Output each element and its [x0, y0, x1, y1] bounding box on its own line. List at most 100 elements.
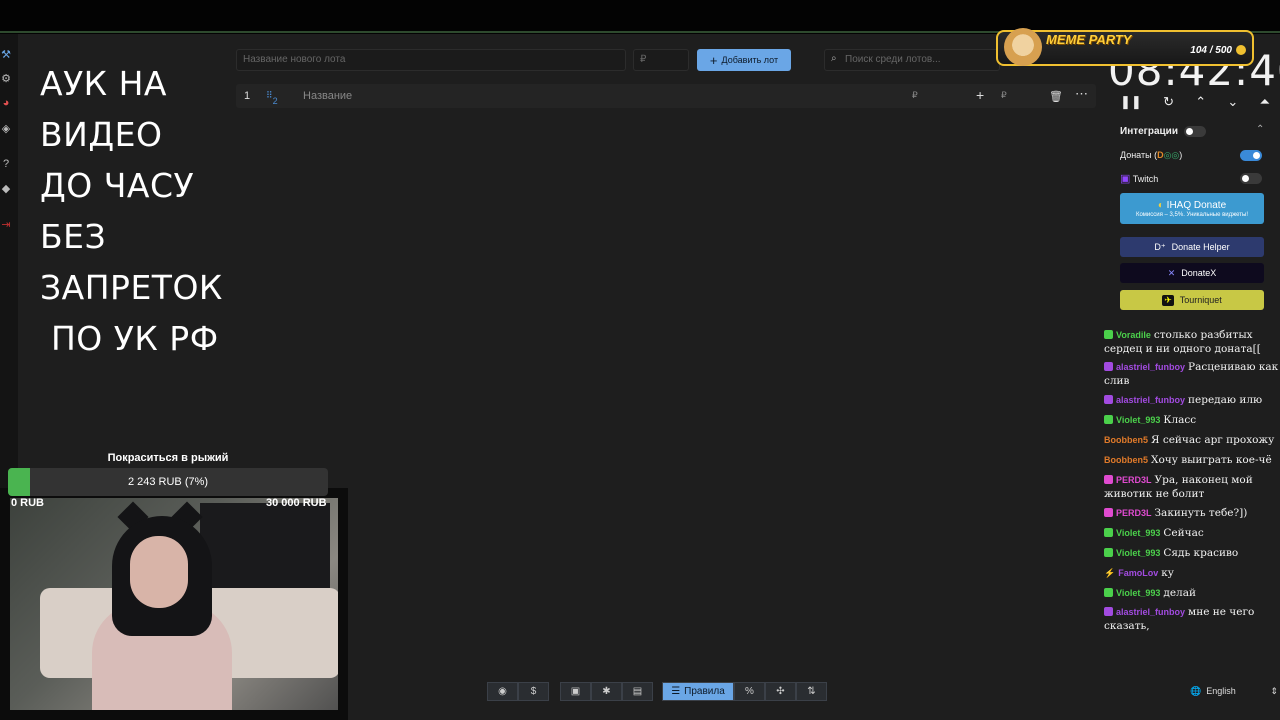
- lot-drag-handle[interactable]: ⠿ 2: [266, 90, 278, 106]
- bug-icon[interactable]: ✱: [591, 682, 622, 701]
- language-label: English: [1206, 686, 1236, 696]
- chevron-down-icon[interactable]: ⌄: [1227, 94, 1238, 112]
- chat-text: ку: [1161, 567, 1174, 579]
- overlay-line: БЕЗ: [40, 217, 107, 256]
- ihaq-label: IHAQ Donate: [1166, 199, 1227, 211]
- shield-icon[interactable]: ◆: [0, 182, 12, 195]
- donations-toggle[interactable]: [1240, 150, 1262, 161]
- chat-badge-icon: [1104, 362, 1113, 371]
- bottom-toolbar-group-1: ◉ $: [487, 682, 549, 701]
- chat-message: Violet_993 Класс: [1104, 413, 1280, 427]
- bottom-toolbar-group-3: ☰ Правила % ✣ ⇅: [662, 682, 827, 701]
- rules-icon: ☰: [671, 686, 681, 697]
- meme-party-title: MEME PARTY: [1046, 32, 1132, 47]
- split-icon[interactable]: ✣: [765, 682, 796, 701]
- more-icon[interactable]: ⋯: [1075, 86, 1088, 102]
- chat-text: делай: [1163, 587, 1196, 599]
- chat-message: Violet_993 Сядь красиво: [1104, 546, 1280, 560]
- donatex-button[interactable]: ✕ DonateX: [1120, 263, 1264, 283]
- plus-icon: +: [709, 52, 718, 68]
- donate-helper-button[interactable]: D⁺ Donate Helper: [1120, 237, 1264, 257]
- chat-nick: alastriel_funboy: [1116, 607, 1186, 617]
- chat-nick: Boobben5: [1104, 435, 1148, 445]
- chat-nick: FamoLov: [1118, 568, 1159, 578]
- chat-message: Boobben5 Я сейчас арг прохожу: [1104, 433, 1280, 447]
- layers-icon[interactable]: ◈: [0, 122, 12, 135]
- chat-text: Я сейчас арг прохожу: [1151, 434, 1275, 446]
- overlay-line: АУК НА: [40, 64, 167, 103]
- overlay-line: ПО УК РФ: [40, 319, 219, 358]
- chat-message: alastriel_funboy передаю илю: [1104, 393, 1280, 407]
- add-lot-label: Добавить лот: [721, 55, 779, 65]
- lot-count: 2: [272, 96, 278, 106]
- globe-icon: 🌐: [1190, 685, 1202, 696]
- add-lot-button[interactable]: + Добавить лот: [697, 49, 791, 71]
- github-icon[interactable]: ◉: [487, 682, 518, 701]
- lot-search-input[interactable]: ⌕ Поиск среди лотов...: [824, 49, 1000, 71]
- chat-badge-icon: [1104, 475, 1113, 484]
- chat-text: Класс: [1163, 414, 1197, 426]
- clear-icon[interactable]: ▤: [622, 682, 653, 701]
- meme-party-count: 104 / 500: [1190, 45, 1232, 56]
- lot-name-field[interactable]: Название: [303, 90, 352, 102]
- chat-badge-icon: [1104, 415, 1113, 424]
- chat-badge-icon: [1104, 508, 1113, 517]
- delete-icon[interactable]: 🗑: [1049, 90, 1063, 103]
- lot-name-input[interactable]: Название нового лота: [236, 49, 626, 71]
- reset-icon[interactable]: ↻: [1163, 94, 1174, 112]
- chat-message: alastriel_funboy Расцениваю как слив: [1104, 360, 1280, 388]
- rules-button[interactable]: ☰ Правила: [662, 682, 734, 701]
- settings-icon[interactable]: ⚙: [0, 72, 12, 85]
- donations-row: Донаты (D◎◎): [1120, 150, 1182, 161]
- collapse-icon[interactable]: ⏶: [1260, 94, 1270, 112]
- goal-max: 30 000 RUB: [266, 497, 327, 509]
- sort-icon[interactable]: ⇅: [796, 682, 827, 701]
- chevron-up-icon[interactable]: ⌃: [1256, 124, 1264, 135]
- donate-helper-icon: D⁺: [1154, 241, 1166, 252]
- add-amount-button[interactable]: +: [976, 87, 984, 103]
- ukraine-flag-icon: ◐: [1157, 199, 1164, 211]
- chat-text: Закинуть тебе?]): [1154, 507, 1248, 519]
- chevron-up-icon[interactable]: ⌃: [1195, 94, 1206, 112]
- logout-icon[interactable]: ⇥: [0, 218, 12, 231]
- coin-icon: [1236, 45, 1246, 55]
- chat-badge-icon: [1104, 548, 1113, 557]
- doge-icon: [1004, 28, 1042, 66]
- dollar-icon[interactable]: $: [518, 682, 549, 701]
- wheel-icon[interactable]: ◕: [0, 97, 12, 109]
- chat-nick: alastriel_funboy: [1116, 362, 1186, 372]
- webcam-feed: [0, 488, 348, 720]
- rules-label: Правила: [684, 686, 725, 697]
- chat-message: alastriel_funboy мне не чего сказать,: [1104, 605, 1280, 633]
- lot-row[interactable]: 1 ⠿ 2 Название ₽ + ₽ 🗑 ⋯: [236, 84, 1096, 108]
- percent-button[interactable]: %: [734, 682, 765, 701]
- chat-badge-icon: [1104, 588, 1113, 597]
- chat-message: PERD3L Ура, наконец мой животик не болит: [1104, 473, 1280, 501]
- chat-message: ⚡ FamoLov ку: [1104, 566, 1280, 581]
- chat-text: Сядь красиво: [1163, 547, 1239, 559]
- chat-nick: Violet_993: [1116, 548, 1161, 558]
- donatex-label: DonateX: [1181, 268, 1217, 278]
- chat-badge-icon: [1104, 330, 1113, 339]
- language-select[interactable]: 🌐 English ⇕: [1190, 682, 1278, 700]
- pause-icon[interactable]: ❚❚: [1120, 94, 1142, 112]
- lot-amount-input[interactable]: ₽: [633, 49, 689, 71]
- overlay-line: ДО ЧАСУ: [40, 166, 195, 205]
- tourniquet-button[interactable]: ✈ Tourniquet: [1120, 290, 1264, 310]
- lot-amount-currency: ₽: [912, 90, 918, 100]
- search-placeholder: Поиск среди лотов...: [845, 54, 941, 65]
- help-icon[interactable]: ?: [0, 158, 12, 170]
- ihaq-donate-button[interactable]: ◐ IHAQ Donate Комиссия – 3,5%. Уникальны…: [1120, 193, 1264, 224]
- save-icon[interactable]: ▣: [560, 682, 591, 701]
- tourniquet-icon: ✈: [1162, 294, 1174, 306]
- integrations-toggle[interactable]: [1184, 126, 1206, 137]
- integrations-title: Интеграции: [1120, 126, 1178, 137]
- chat-badge-icon: [1104, 607, 1113, 616]
- chat-badge-icon: [1104, 528, 1113, 537]
- twitch-toggle[interactable]: [1240, 173, 1262, 184]
- lot-index: 1: [244, 90, 251, 102]
- chat-text: передаю илю: [1188, 394, 1263, 406]
- chat-message: Violet_993 Сейчас: [1104, 526, 1280, 540]
- top-strip: [0, 0, 1280, 34]
- auction-icon[interactable]: ⚒: [0, 48, 12, 61]
